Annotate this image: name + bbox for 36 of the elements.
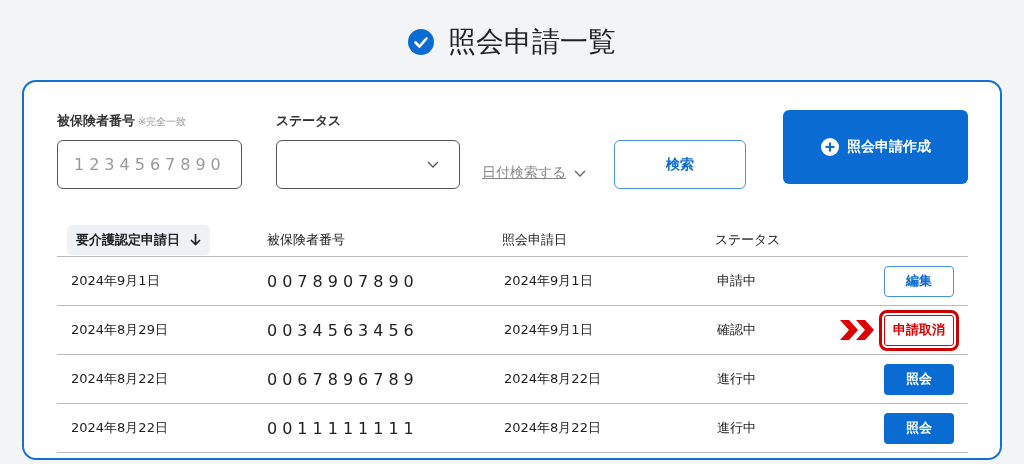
column-header[interactable]: 照会申請日 <box>490 230 576 249</box>
table-cell-text: 0034563456 <box>266 320 420 340</box>
table-cell-text: 2024年9月1日 <box>503 272 594 290</box>
search-button[interactable]: 検索 <box>614 140 746 189</box>
insured-number-field[interactable]: 1234567890 <box>57 140 242 189</box>
check-circle-icon <box>408 29 434 55</box>
status-dropdown[interactable] <box>276 140 460 189</box>
inquiry-button[interactable]: 照会 <box>884 412 954 444</box>
table-cell-text: 2024年9月1日 <box>70 272 161 290</box>
table-cell-text: 2024年8月29日 <box>70 321 169 339</box>
plus-circle-icon <box>820 138 839 156</box>
table-cell-text: 0067896789 <box>266 369 420 389</box>
arrow-down-icon <box>190 233 201 246</box>
table-cell-text: 2024年9月1日 <box>503 321 594 339</box>
chevron-down-icon <box>574 169 586 177</box>
column-header[interactable]: ステータス <box>703 230 789 249</box>
column-header[interactable]: 被保険者番号 <box>255 230 354 249</box>
date-search-link[interactable]: 日付検索する <box>482 164 566 182</box>
table-cell-text: 申請中 <box>716 272 757 290</box>
create-request-button[interactable]: 照会申請作成 <box>783 110 968 184</box>
page-title: 照会申請一覧 <box>448 24 616 60</box>
edit-button[interactable]: 編集 <box>884 265 954 297</box>
inquiry-button[interactable]: 照会 <box>884 363 954 395</box>
table-cell-text: 確認中 <box>716 321 757 339</box>
table-cell-text: 2024年8月22日 <box>503 370 602 388</box>
column-header[interactable]: 要介護認定申請日 <box>67 224 210 255</box>
table-cell-text: 2024年8月22日 <box>503 419 602 437</box>
table-cell-text: 0011111111 <box>266 418 420 438</box>
field-label: ステータス <box>276 113 341 130</box>
table-cell-text: 進行中 <box>716 419 757 437</box>
chevron-down-icon <box>427 161 439 168</box>
table-cell-text: 2024年8月22日 <box>70 370 169 388</box>
field-label: 被保険者番号 <box>57 113 135 130</box>
table-cell-text: 2024年8月22日 <box>70 419 169 437</box>
table-cell-text: 進行中 <box>716 370 757 388</box>
table-cell-text: 0078907890 <box>266 271 420 291</box>
